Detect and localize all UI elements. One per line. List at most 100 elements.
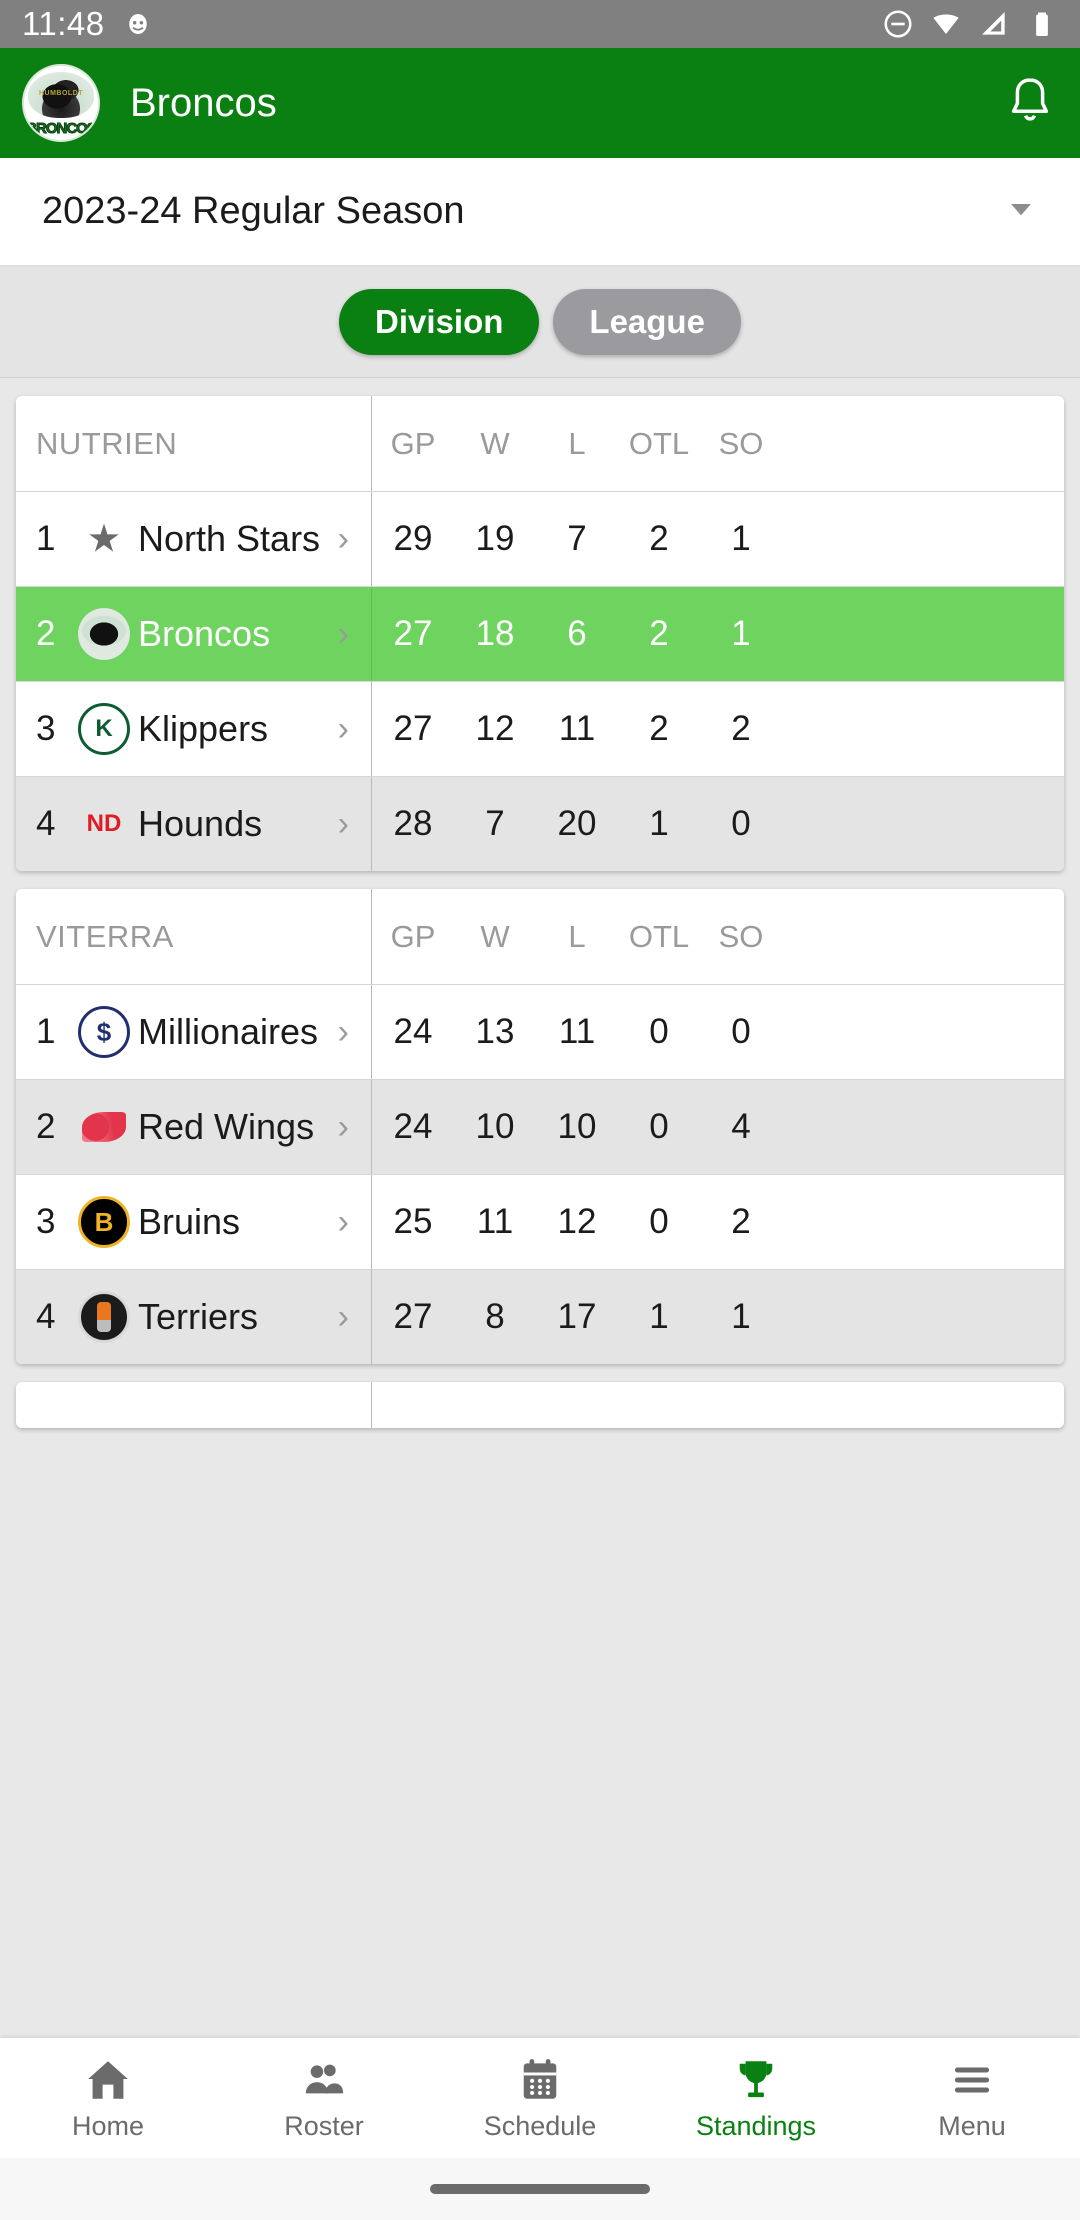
- team-name: North Stars: [138, 518, 321, 559]
- millionaires-logo-icon: [78, 1006, 130, 1058]
- team-rank: 4: [36, 1297, 56, 1336]
- season-selector[interactable]: 2023-24 Regular Season: [0, 158, 1080, 266]
- logo-top-text: HUMBOLDT: [38, 90, 84, 97]
- stat-so: 4: [731, 1107, 751, 1146]
- nav-label-roster: Roster: [284, 2110, 364, 2141]
- stat-so: 0: [731, 1012, 751, 1051]
- table-row[interactable]: 1 Millionaires › 24 13 11 0 0: [16, 984, 1064, 1079]
- stat-otl: 2: [649, 614, 669, 653]
- team-cell[interactable]: 4 Hounds ›: [16, 777, 372, 871]
- app-notification-icon: [128, 14, 147, 34]
- stat-otl: 0: [649, 1107, 669, 1146]
- team-stats: 27 8 17 1 1: [372, 1270, 1064, 1364]
- column-header-gp: GP: [390, 918, 436, 954]
- division-card-viterra: VITERRA GP W L OTL SO 1 Millionaires ›: [16, 889, 1064, 1364]
- team-name: Millionaires: [138, 1011, 319, 1052]
- wifi-icon: [933, 14, 959, 34]
- table-row[interactable]: 3 Klippers › 27 12 11 2 2: [16, 681, 1064, 776]
- nav-item-home[interactable]: Home: [0, 2055, 216, 2142]
- team-name: Klippers: [138, 708, 269, 749]
- stat-so: 2: [731, 1202, 751, 1241]
- column-header-otl: OTL: [628, 425, 690, 461]
- table-row[interactable]: 2 Red Wings › 24 10 10 0 4: [16, 1079, 1064, 1174]
- nav-item-schedule[interactable]: Schedule: [432, 2055, 648, 2142]
- nav-item-standings[interactable]: Standings: [648, 2055, 864, 2142]
- home-icon: [88, 2060, 128, 2099]
- stat-so: 1: [731, 519, 751, 558]
- stat-w: 7: [485, 804, 505, 843]
- team-name: Broncos: [138, 613, 271, 654]
- table-row[interactable]: 1 North Stars › 29 19 7 2 1: [16, 491, 1064, 586]
- team-cell[interactable]: 1 Millionaires ›: [16, 985, 372, 1079]
- table-row[interactable]: 3 Bruins › 25 11 12 0 2: [16, 1174, 1064, 1269]
- column-header-so: SO: [718, 425, 764, 461]
- stat-so: 1: [731, 614, 751, 653]
- calendar-icon: [523, 2058, 557, 2099]
- team-cell[interactable]: 3 Klippers ›: [16, 682, 372, 776]
- division-name-cell: NUTRIEN: [16, 396, 372, 491]
- team-cell[interactable]: 3 Bruins ›: [16, 1175, 372, 1269]
- team-stats: 25 11 12 0 2: [372, 1175, 1064, 1269]
- gesture-nav-area: [0, 2158, 1080, 2220]
- stat-otl: 1: [649, 804, 669, 843]
- tab-division[interactable]: Division: [339, 288, 540, 355]
- stat-gp: 29: [393, 519, 433, 558]
- team-cell[interactable]: 4 Terriers ›: [16, 1270, 372, 1364]
- team-rank: 1: [36, 519, 56, 558]
- team-stats: 24 13 11 0 0: [372, 985, 1064, 1079]
- stat-otl: 2: [649, 519, 669, 558]
- team-cell[interactable]: 1 North Stars ›: [16, 492, 372, 586]
- people-icon: [305, 2064, 344, 2093]
- nav-item-menu[interactable]: Menu: [864, 2055, 1080, 2142]
- hamburger-menu-icon: [954, 2067, 990, 2092]
- team-stats: 29 19 7 2 1: [372, 492, 1064, 586]
- team-name: Red Wings: [138, 1106, 315, 1147]
- stat-gp: 27: [393, 614, 433, 653]
- team-rank: 3: [36, 1202, 56, 1241]
- column-header-l: L: [568, 918, 586, 954]
- terriers-logo-icon: [78, 1291, 130, 1343]
- stat-l: 17: [557, 1297, 597, 1336]
- column-headers: GP W L OTL SO: [372, 396, 1064, 491]
- stat-so: 1: [731, 1297, 751, 1336]
- stat-gp: 27: [393, 709, 433, 748]
- chevron-right-icon: ›: [337, 709, 349, 748]
- table-row[interactable]: 2 Broncos › 27 18 6 2 1: [16, 586, 1064, 681]
- season-selector-value: 2023-24 Regular Season: [42, 190, 465, 232]
- app-bar: HUMBOLDT BRONCOS Broncos: [0, 48, 1080, 158]
- team-cell[interactable]: 2 Broncos ›: [16, 587, 372, 681]
- stat-w: 10: [475, 1107, 515, 1146]
- chevron-right-icon: ›: [337, 1297, 349, 1336]
- battery-icon: [1036, 12, 1048, 36]
- tab-league[interactable]: League: [553, 288, 741, 355]
- broncos-logo-icon: [78, 608, 130, 660]
- team-cell[interactable]: 2 Red Wings ›: [16, 1080, 372, 1174]
- table-row[interactable]: 4 Terriers › 27 8 17 1 1: [16, 1269, 1064, 1364]
- team-name: Hounds: [138, 803, 263, 844]
- team-rank: 2: [36, 614, 56, 653]
- stat-gp: 28: [393, 804, 433, 843]
- notifications-button[interactable]: [1002, 73, 1058, 134]
- stat-l: 7: [567, 519, 587, 558]
- team-rank: 4: [36, 804, 56, 843]
- bruins-logo-icon: [78, 1196, 130, 1248]
- nav-item-roster[interactable]: Roster: [216, 2055, 432, 2142]
- nav-label-menu: Menu: [938, 2110, 1006, 2141]
- standings-scroll-area[interactable]: NUTRIEN GP W L OTL SO 1 North Stars ›: [0, 378, 1080, 2038]
- stat-w: 8: [485, 1297, 505, 1336]
- division-name-cell: [16, 1382, 372, 1428]
- stat-w: 12: [475, 709, 515, 748]
- stat-l: 12: [557, 1202, 597, 1241]
- column-headers: GP W L OTL SO: [372, 889, 1064, 984]
- trophy-icon: [739, 2060, 773, 2097]
- table-row[interactable]: 4 Hounds › 28 7 20 1 0: [16, 776, 1064, 871]
- stat-gp: 25: [393, 1202, 433, 1241]
- chevron-down-icon: [1004, 192, 1038, 231]
- nav-label-home: Home: [71, 2110, 145, 2141]
- stat-l: 10: [557, 1107, 597, 1146]
- chevron-right-icon: ›: [337, 1202, 349, 1241]
- nav-label-standings: Standings: [695, 2110, 817, 2141]
- table-header-row: [16, 1382, 1064, 1428]
- home-gesture-bar[interactable]: [430, 2184, 650, 2194]
- stat-w: 19: [475, 519, 515, 558]
